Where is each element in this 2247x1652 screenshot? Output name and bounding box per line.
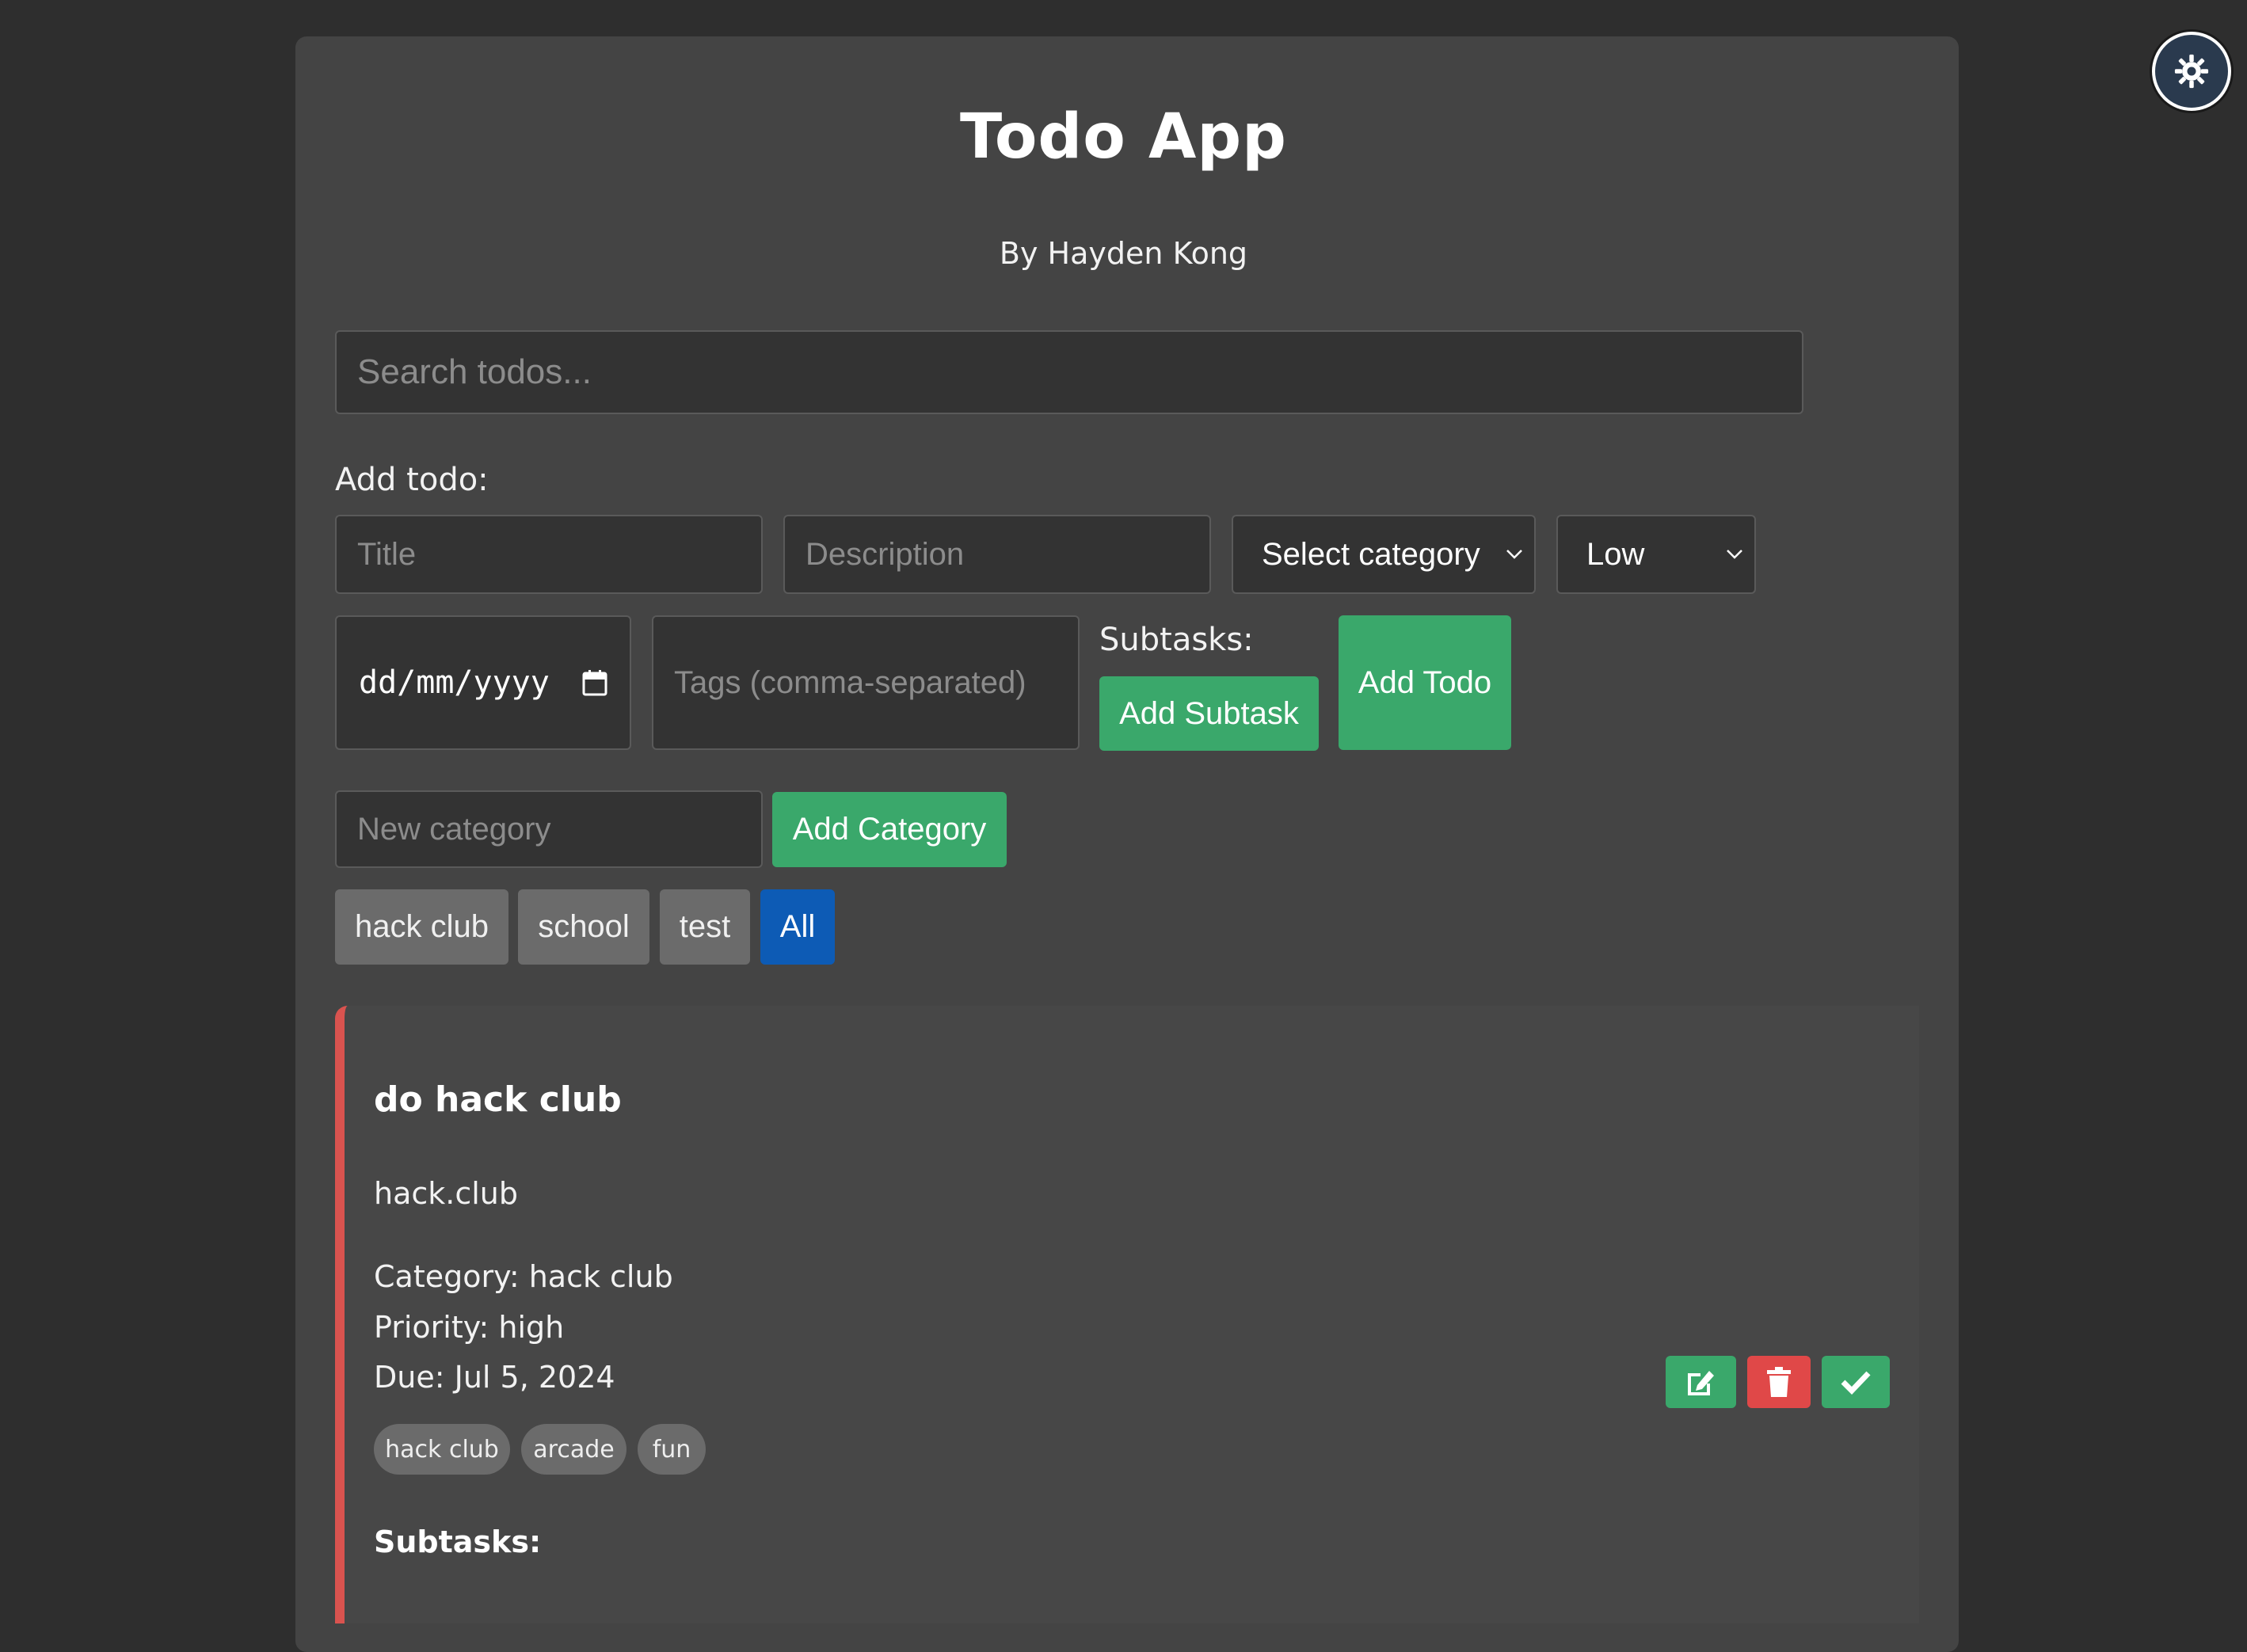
todo-subtasks-heading: Subtasks: (374, 1524, 542, 1559)
todo-description: hack.club (374, 1176, 519, 1211)
priority-select-value: Low (1586, 536, 1645, 572)
due-date-placeholder: dd/mm/yyyy (359, 664, 550, 701)
priority-select[interactable]: Low (1556, 515, 1756, 594)
title-input[interactable]: Title (335, 515, 763, 594)
filter-chip-label: hack club (355, 909, 489, 944)
todo-tag-label: fun (652, 1435, 691, 1464)
complete-todo-button[interactable] (1822, 1356, 1890, 1408)
todo-tag-label: hack club (385, 1435, 499, 1464)
subtasks-label: Subtasks: (1099, 622, 1254, 658)
title-placeholder: Title (357, 536, 417, 572)
todo-due-date: Due: Jul 5, 2024 (374, 1360, 615, 1395)
category-select-value: Select category (1262, 536, 1480, 572)
new-category-input[interactable]: New category (335, 790, 763, 868)
description-placeholder: Description (805, 536, 965, 572)
page-title: Todo App (959, 101, 1288, 173)
add-subtask-button[interactable]: Add Subtask (1099, 676, 1319, 751)
chevron-down-icon (1727, 550, 1742, 559)
calendar-icon[interactable] (582, 669, 607, 696)
search-placeholder: Search todos... (357, 352, 592, 391)
todo-tag: fun (638, 1424, 706, 1475)
todo-tag-label: arcade (533, 1435, 615, 1464)
edit-todo-button[interactable] (1666, 1356, 1736, 1408)
edit-icon (1687, 1371, 1714, 1395)
delete-todo-button[interactable] (1747, 1356, 1811, 1408)
add-category-label: Add Category (792, 812, 987, 847)
todo-title: do hack club (374, 1079, 622, 1120)
add-todo-button[interactable]: Add Todo (1339, 615, 1511, 750)
checkmark-icon (1841, 1371, 1871, 1395)
filter-chip-test[interactable]: test (660, 889, 750, 965)
page-subtitle: By Hayden Kong (999, 236, 1248, 271)
filter-chip-label: school (538, 909, 630, 944)
chevron-down-icon (1506, 550, 1522, 559)
category-select[interactable]: Select category (1232, 515, 1536, 594)
filter-chip-label: All (779, 909, 816, 944)
todo-category: Category: hack club (374, 1259, 673, 1294)
due-date-input[interactable]: dd/mm/yyyy (335, 615, 631, 750)
gear-icon (2174, 54, 2209, 89)
todo-tag: hack club (374, 1424, 510, 1475)
add-todo-label: Add Todo (1358, 664, 1492, 700)
filter-chip-hack-club[interactable]: hack club (335, 889, 508, 965)
add-todo-label: Add todo: (335, 462, 489, 498)
search-input[interactable]: Search todos... (335, 330, 1803, 414)
filter-chip-all[interactable]: All (760, 889, 835, 965)
filter-chip-school[interactable]: school (518, 889, 649, 965)
trash-icon (1767, 1367, 1791, 1397)
todo-priority: Priority: high (374, 1310, 565, 1345)
add-category-button[interactable]: Add Category (772, 792, 1007, 867)
tags-input[interactable]: Tags (comma-separated) (652, 615, 1080, 750)
theme-toggle-button[interactable] (2152, 32, 2231, 111)
filter-chip-label: test (679, 909, 731, 944)
add-subtask-label: Add Subtask (1119, 695, 1299, 731)
description-input[interactable]: Description (783, 515, 1211, 594)
tags-placeholder: Tags (comma-separated) (674, 664, 1026, 700)
new-category-placeholder: New category (357, 811, 551, 847)
todo-tag: arcade (521, 1424, 626, 1475)
